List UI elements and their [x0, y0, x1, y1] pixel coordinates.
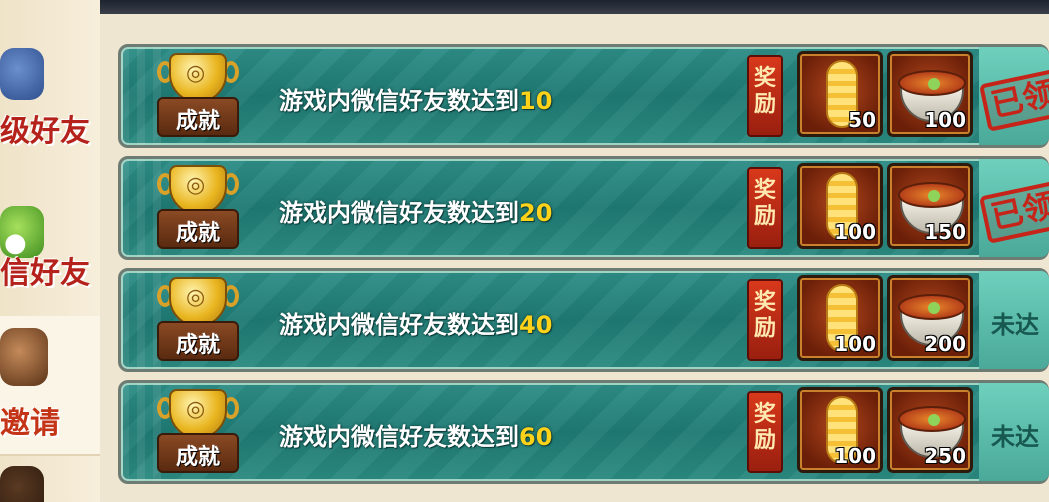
- achievement-description: 游戏内微信好友数达到60: [279, 423, 553, 451]
- claimed-stamp: 已领: [979, 178, 1049, 244]
- sidebar-tab-label: 级好友: [0, 114, 90, 149]
- achievement-target: 10: [519, 87, 553, 115]
- achievement-target: 40: [519, 311, 553, 339]
- sidebar: 级好友 ● 信好友 邀请: [0, 0, 100, 502]
- achievement-description: 游戏内微信好友数达到10: [279, 87, 553, 115]
- reward-count: 100: [834, 220, 876, 244]
- trophy-icon: [169, 165, 227, 215]
- sidebar-tab-invite[interactable]: 邀请: [0, 316, 100, 456]
- reward-count: 100: [834, 444, 876, 468]
- achievement-badge: 成就: [157, 165, 239, 251]
- badge-label: 成就: [175, 108, 220, 134]
- sidebar-tab-label: 信好友: [0, 256, 90, 291]
- achievement-row: 成就 游戏内微信好友数达到60 奖励 100 250 未达: [118, 380, 1049, 484]
- reward-count: 150: [924, 220, 966, 244]
- sidebar-tab-wechat-friends[interactable]: ● 信好友: [0, 178, 100, 291]
- badge-label: 成就: [175, 444, 220, 470]
- claim-status: 已领: [979, 159, 1049, 257]
- claim-status: 已领: [979, 47, 1049, 145]
- achievement-description: 游戏内微信好友数达到40: [279, 311, 553, 339]
- achievement-description: 游戏内微信好友数达到20: [279, 199, 553, 227]
- not-reached-label: 未达: [991, 423, 1039, 451]
- reward-item-scroll[interactable]: 100: [797, 387, 883, 473]
- badge-label: 成就: [175, 332, 220, 358]
- reward-item-scroll[interactable]: 100: [797, 163, 883, 249]
- reward-count: 250: [924, 444, 966, 468]
- ninja-avatar-icon: [0, 328, 48, 386]
- ninja-avatar-icon: [0, 466, 44, 502]
- trophy-icon: [169, 277, 227, 327]
- reward-count: 100: [834, 332, 876, 356]
- reward-label: 奖励: [747, 391, 783, 473]
- reward-count: 200: [924, 332, 966, 356]
- reward-item-scroll[interactable]: 50: [797, 51, 883, 137]
- achievement-row: 成就 游戏内微信好友数达到10 奖励 50 100 已领: [118, 44, 1049, 148]
- sidebar-tab-more[interactable]: [0, 460, 100, 502]
- achievement-badge: 成就: [157, 277, 239, 363]
- achievement-target: 20: [519, 199, 553, 227]
- reward-item-ramen[interactable]: 150: [887, 163, 973, 249]
- reward-label: 奖励: [747, 167, 783, 249]
- achievement-list: 成就 游戏内微信好友数达到10 奖励 50 100 已领 成就 游戏内微信好友数…: [100, 14, 1049, 502]
- trophy-icon: [169, 389, 227, 439]
- reward-item-ramen[interactable]: 250: [887, 387, 973, 473]
- reward-item-ramen[interactable]: 100: [887, 51, 973, 137]
- achievement-badge: 成就: [157, 53, 239, 139]
- reward-label: 奖励: [747, 279, 783, 361]
- achievement-row: 成就 游戏内微信好友数达到40 奖励 100 200 未达: [118, 268, 1049, 372]
- claim-status: 未达: [979, 383, 1049, 481]
- reward-item-ramen[interactable]: 200: [887, 275, 973, 361]
- achievement-target: 60: [519, 423, 553, 451]
- not-reached-label: 未达: [991, 311, 1039, 339]
- badge-label: 成就: [175, 220, 220, 246]
- top-bar: [0, 0, 1049, 14]
- claim-status: 未达: [979, 271, 1049, 369]
- sidebar-tab-friends[interactable]: 级好友: [0, 30, 100, 149]
- reward-item-scroll[interactable]: 100: [797, 275, 883, 361]
- achievement-badge: 成就: [157, 389, 239, 475]
- reward-label: 奖励: [747, 55, 783, 137]
- sidebar-tab-label: 邀请: [0, 406, 60, 441]
- achievement-row: 成就 游戏内微信好友数达到20 奖励 100 150 已领: [118, 156, 1049, 260]
- claimed-stamp: 已领: [979, 66, 1049, 132]
- friend-avatar-icon: [0, 48, 44, 100]
- trophy-icon: [169, 53, 227, 103]
- reward-count: 100: [924, 108, 966, 132]
- reward-count: 50: [848, 108, 876, 132]
